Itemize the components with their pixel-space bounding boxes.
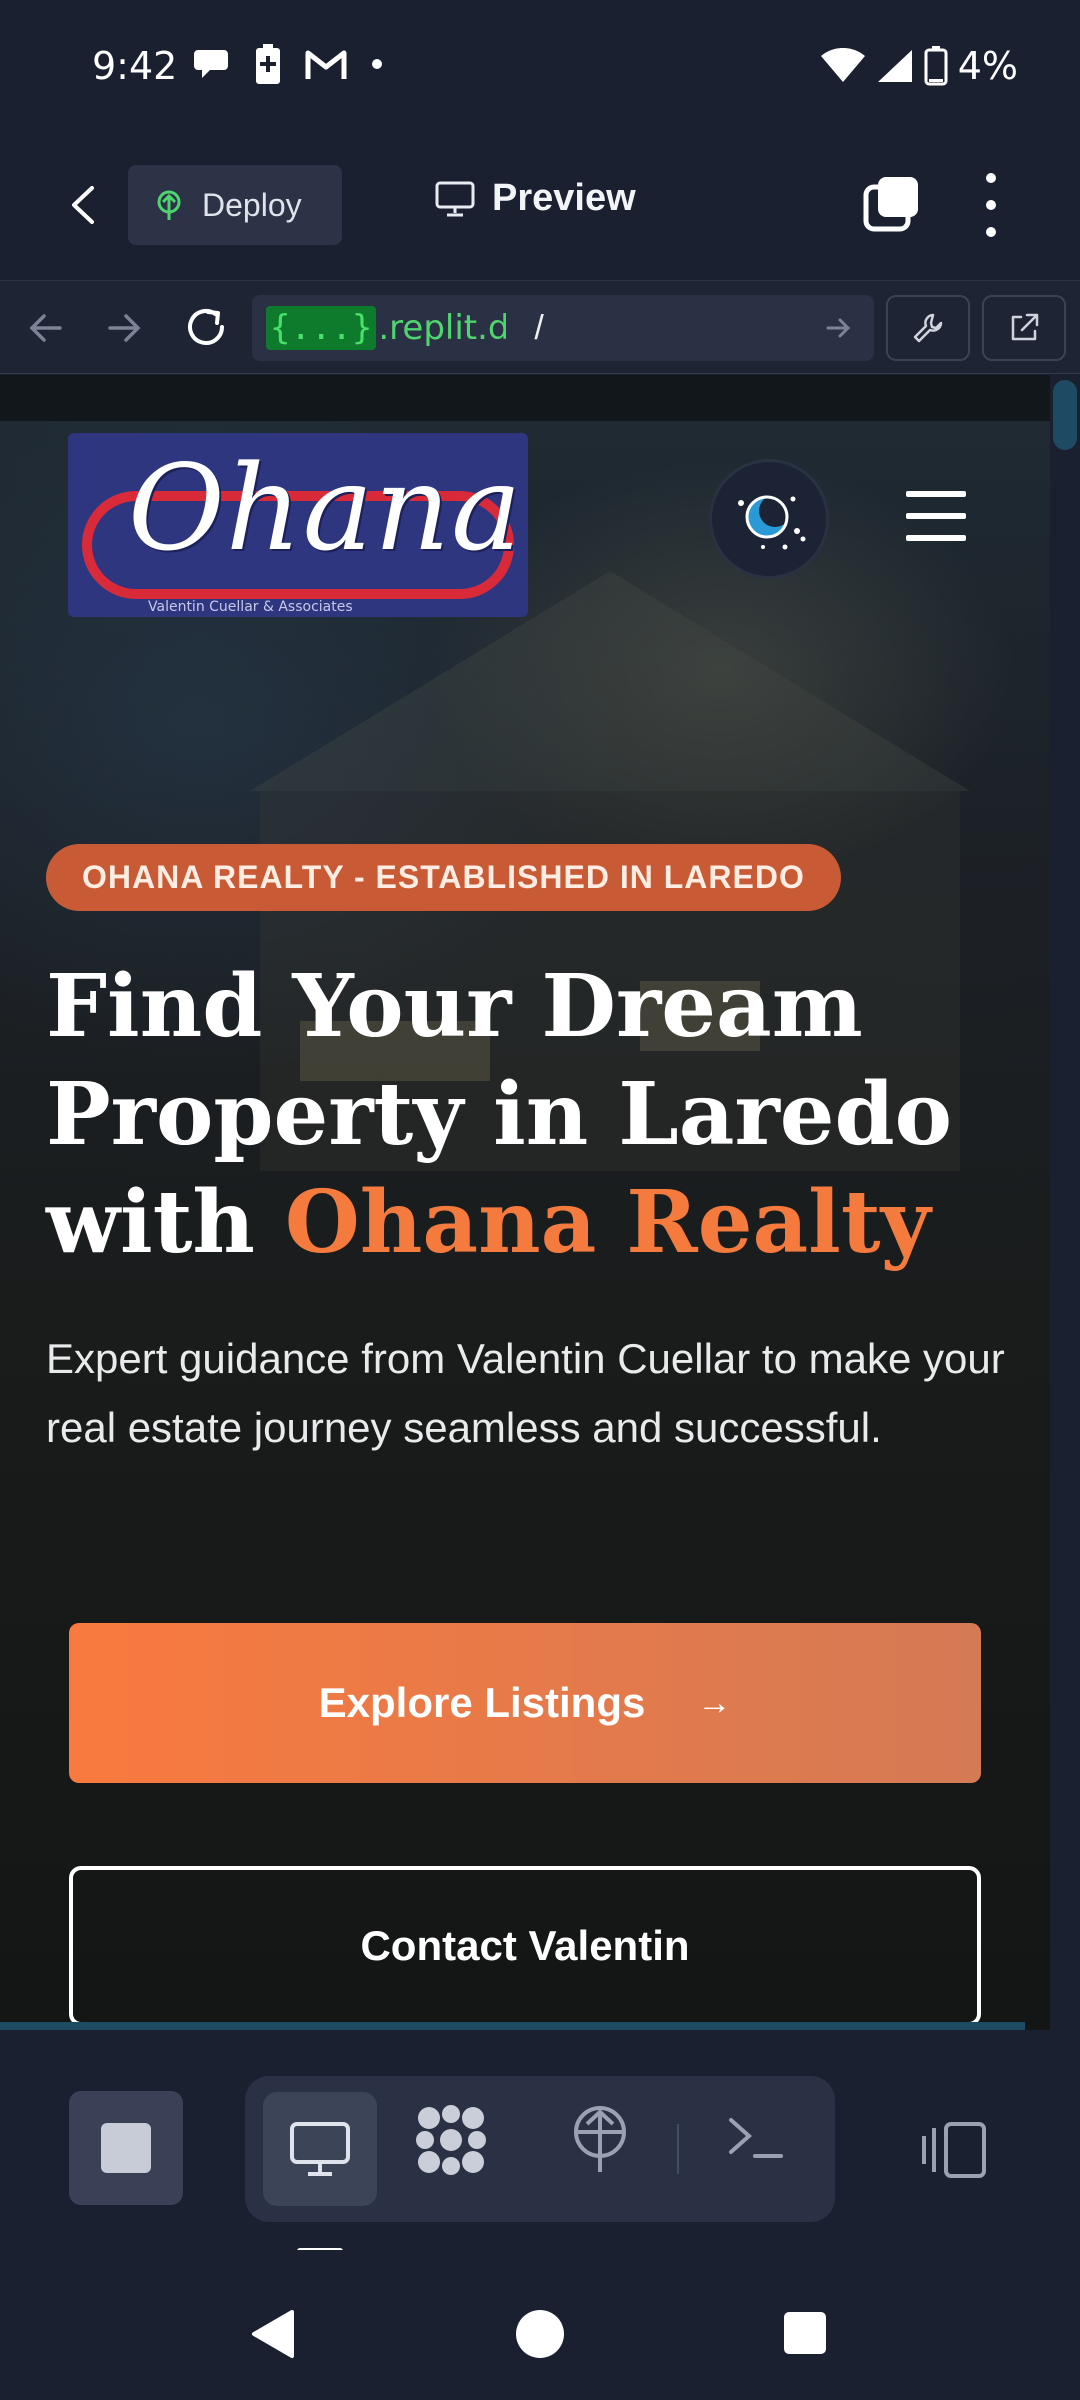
- menu-line-icon: [906, 535, 966, 541]
- stop-button[interactable]: [69, 2091, 183, 2205]
- explore-listings-button[interactable]: Explore Listings →: [69, 1623, 981, 1783]
- external-link-icon: [1011, 313, 1039, 341]
- agent-icon: [416, 2105, 486, 2175]
- devtools-button[interactable]: [886, 295, 970, 361]
- agent-tool-button[interactable]: [413, 2102, 489, 2183]
- arrow-right-icon: [108, 314, 141, 342]
- site-logo[interactable]: Ohana Valentin Cuellar & Associates: [68, 433, 528, 617]
- deployments-tool-button[interactable]: [563, 2102, 637, 2183]
- preview-bottom-border: [0, 2022, 1025, 2030]
- chat-bubble-icon: [194, 50, 228, 78]
- monitor-icon: [290, 2122, 350, 2176]
- logo-subtitle: Valentin Cuellar & Associates: [148, 599, 353, 615]
- more-dot-icon: [986, 227, 996, 237]
- url-input[interactable]: {...} .replit.de /: [252, 295, 874, 361]
- battery-percent: 4%: [957, 44, 1018, 88]
- monitor-icon: [435, 181, 475, 216]
- chevron-left-icon: [72, 186, 94, 224]
- webview-tool-button[interactable]: [263, 2092, 377, 2206]
- devices-icon: [922, 2122, 986, 2178]
- preview-tab[interactable]: Preview: [434, 177, 636, 220]
- arrow-right-icon: →: [697, 1683, 732, 1722]
- tabs-icon: [863, 177, 918, 232]
- tagline-badge: OHANA REALTY - ESTABLISHED IN LAREDO: [46, 844, 841, 911]
- deploy-label: Deploy: [202, 186, 302, 223]
- shell-tool-button[interactable]: [725, 2106, 785, 2171]
- preview-scroll-thumb[interactable]: [1053, 380, 1077, 450]
- system-home-button[interactable]: [516, 2310, 564, 2358]
- menu-line-icon: [906, 491, 966, 497]
- hero-section: Ohana Valentin Cuellar & Associates OHAN…: [0, 421, 1050, 2030]
- status-bar: 9:42 4%: [0, 0, 1080, 135]
- url-go-button[interactable]: [824, 313, 854, 348]
- toolbar-divider: [677, 2124, 679, 2174]
- deploy-icon: [157, 190, 181, 220]
- system-back-button[interactable]: [250, 2308, 296, 2365]
- notification-dot-icon: [372, 59, 382, 69]
- system-navigation-bar: [0, 2250, 1080, 2400]
- headline-line-1: Find Your Dream: [46, 956, 863, 1057]
- preview-top-strip: [0, 375, 1050, 421]
- system-status-icons: 4%: [820, 44, 1018, 88]
- headline-accent: Ohana Realty: [284, 1172, 931, 1273]
- theme-toggle-button[interactable]: [712, 462, 826, 576]
- deploy-button[interactable]: Deploy: [128, 165, 342, 245]
- preview-label: Preview: [492, 177, 636, 219]
- url-host-badge: {...}: [266, 306, 377, 350]
- deploy-icon: [574, 2106, 626, 2172]
- browser-toolbar: {...} .replit.de /: [0, 280, 1080, 374]
- moon-icon: [738, 495, 806, 550]
- tabs-button[interactable]: [862, 175, 920, 233]
- tool-switcher: [245, 2076, 835, 2222]
- browser-back-button[interactable]: [24, 307, 66, 354]
- device-switch-button[interactable]: [918, 2120, 990, 2185]
- battery-icon: [924, 46, 948, 86]
- menu-line-icon: [906, 513, 966, 519]
- reload-button[interactable]: [182, 303, 230, 356]
- battery-saver-icon: [256, 44, 280, 84]
- headline-with: with: [46, 1172, 285, 1273]
- status-time: 9:42: [92, 44, 178, 88]
- terminal-icon: [729, 2118, 783, 2158]
- explore-listings-label: Explore Listings: [318, 1679, 646, 1726]
- stop-icon: [101, 2123, 151, 2173]
- web-preview: Ohana Valentin Cuellar & Associates OHAN…: [0, 375, 1050, 2030]
- notification-icons: [192, 44, 384, 84]
- hamburger-menu-button[interactable]: [906, 491, 966, 541]
- headline-line-2: Property in Laredo: [46, 1064, 952, 1165]
- browser-forward-button[interactable]: [104, 307, 146, 354]
- url-path: /: [534, 308, 544, 347]
- preview-scrollbar[interactable]: [1050, 375, 1080, 2030]
- arrow-right-icon: [826, 318, 851, 338]
- reload-icon: [188, 309, 224, 345]
- back-button[interactable]: [60, 180, 110, 230]
- signal-icon: [877, 50, 912, 82]
- arrow-left-icon: [29, 314, 62, 342]
- wifi-icon: [820, 48, 865, 82]
- triangle-back-icon: [252, 2310, 294, 2358]
- open-new-tab-button[interactable]: [982, 295, 1066, 361]
- gmail-icon: [305, 50, 347, 79]
- logo-text: Ohana: [128, 439, 523, 577]
- url-host: .replit.de: [378, 308, 507, 348]
- wrench-icon: [913, 313, 943, 343]
- more-dot-icon: [986, 200, 996, 210]
- workspace-toolbar: [0, 2030, 1080, 2250]
- more-options-button[interactable]: [976, 173, 1006, 237]
- app-header: Deploy Preview: [0, 135, 1080, 280]
- contact-valentin-label: Contact Valentin: [360, 1922, 690, 1969]
- contact-valentin-button[interactable]: Contact Valentin: [69, 1866, 981, 2026]
- system-recents-button[interactable]: [784, 2312, 826, 2354]
- hero-headline: Find Your Dream Property in Laredo with …: [46, 953, 1026, 1277]
- hero-subtext: Expert guidance from Valentin Cuellar to…: [46, 1335, 1005, 1451]
- more-dot-icon: [986, 173, 996, 183]
